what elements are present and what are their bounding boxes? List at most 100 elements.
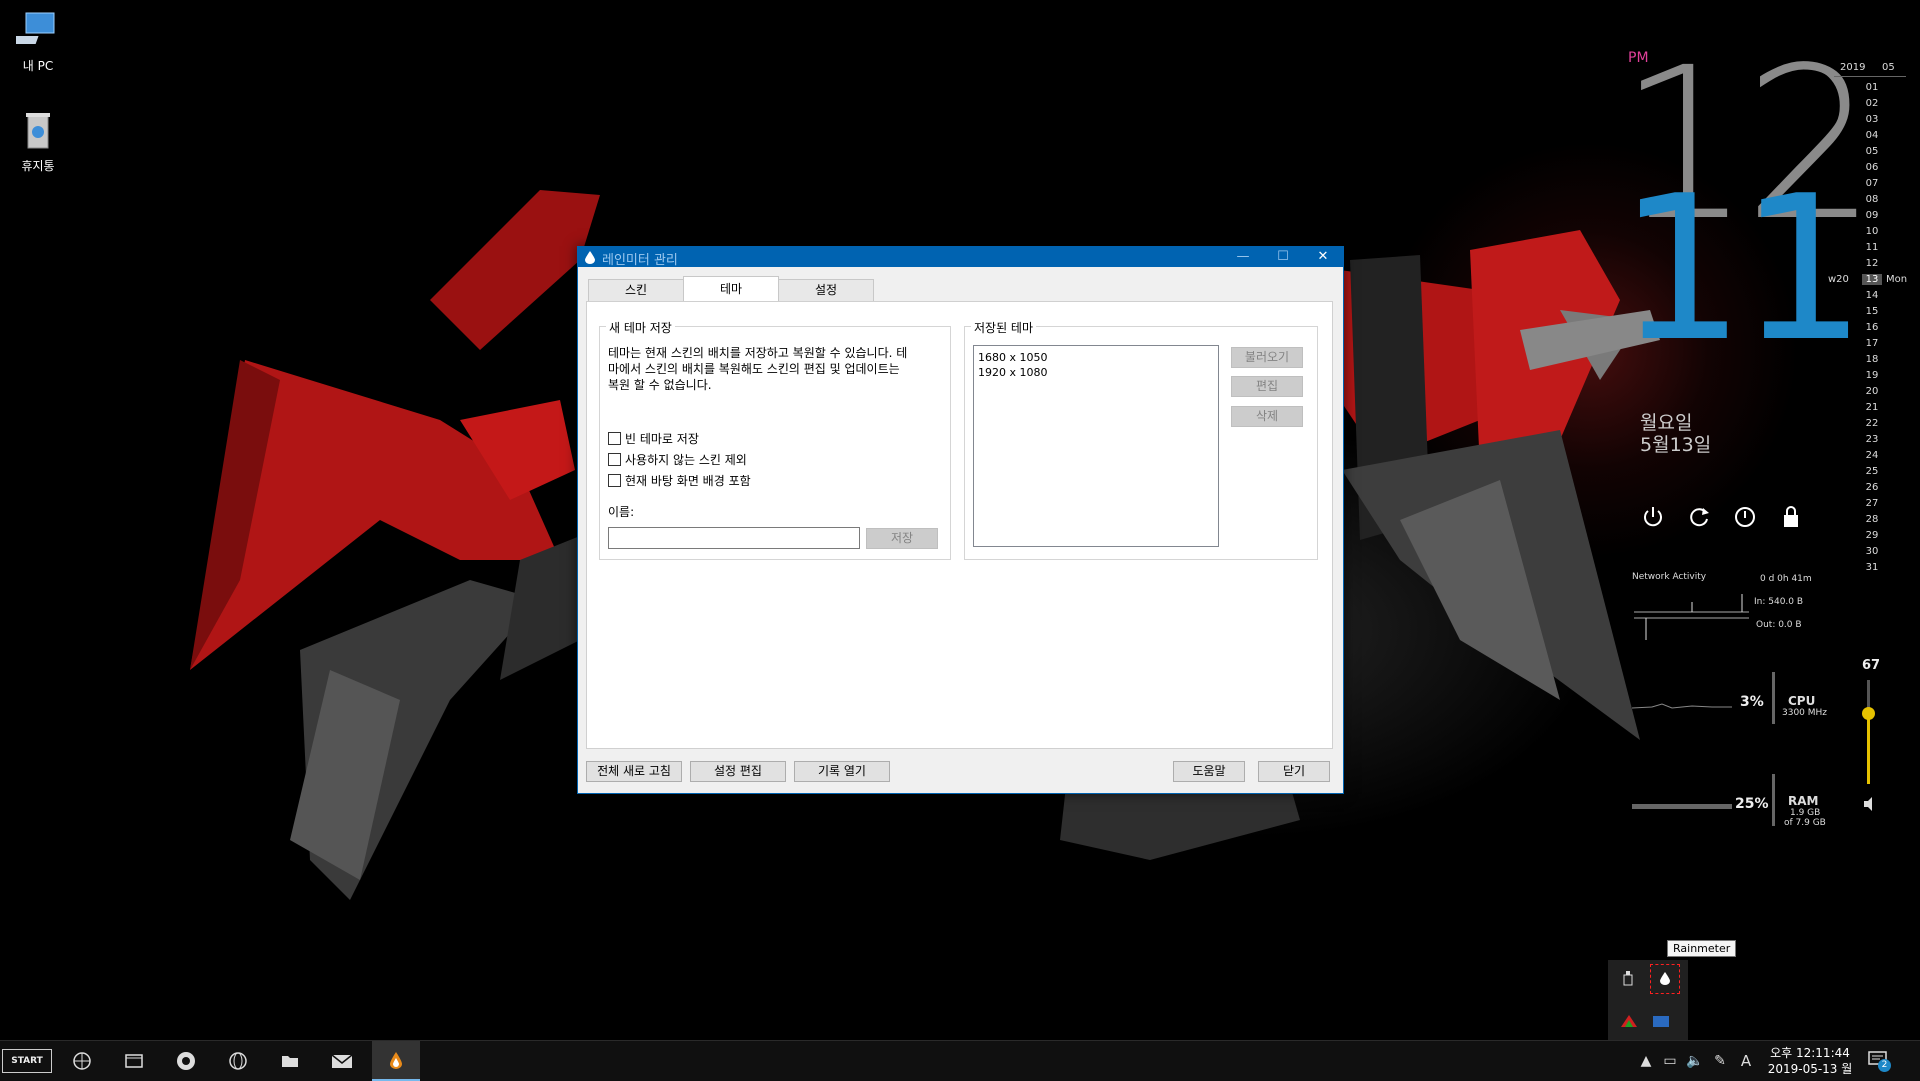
rainmeter-drop-icon (1660, 972, 1670, 985)
calendar-day: 30 (1865, 546, 1879, 557)
list-item[interactable]: 1920 x 1080 (974, 365, 1218, 380)
desktop-icon-recycle-bin[interactable]: 휴지통 (6, 110, 70, 174)
refresh-all-button[interactable]: 전체 새로 고침 (586, 761, 682, 782)
delete-theme-button[interactable]: 삭제 (1231, 406, 1303, 427)
group-legend: 새 테마 저장 (606, 319, 675, 336)
ram-label: RAM (1788, 794, 1819, 808)
taskbar-browser[interactable] (162, 1041, 210, 1081)
desktop-icon-label: 휴지통 (21, 159, 55, 173)
rainmeter-drop-icon (390, 1052, 402, 1069)
taskbar-task-view[interactable] (110, 1041, 158, 1081)
start-button[interactable]: START (2, 1049, 52, 1073)
edit-theme-button[interactable]: 편집 (1231, 376, 1303, 397)
load-theme-button[interactable]: 불러오기 (1231, 347, 1303, 368)
network-in: In: 540.0 B (1754, 597, 1804, 607)
calendar-day: 21 (1865, 402, 1879, 413)
include-wallpaper-checkbox[interactable]: 현재 바탕 화면 배경 포함 (608, 473, 751, 489)
checkbox-box[interactable] (608, 453, 621, 466)
saved-themes-list[interactable]: 1680 x 1050 1920 x 1080 (973, 345, 1219, 547)
tray-overflow-chevron-icon[interactable]: ▲ (1638, 1053, 1654, 1069)
action-center-button[interactable]: 2 (1866, 1049, 1892, 1073)
exclude-unused-checkbox[interactable]: 사용하지 않는 스킨 제외 (608, 452, 747, 468)
cpu-bar (1772, 672, 1775, 724)
power-icon[interactable] (1640, 504, 1666, 530)
calendar-day: 14 (1865, 290, 1879, 301)
calendar-day: 31 (1865, 562, 1879, 573)
volume-value: 67 (1862, 658, 1881, 673)
ram-graph (1632, 804, 1732, 809)
calendar-day: 07 (1865, 178, 1879, 189)
ram-total: of 7.9 GB (1784, 818, 1826, 828)
rainmeter-tray-button[interactable] (1650, 964, 1680, 994)
window-title: 레인미터 관리 (602, 253, 678, 268)
ram-percent: 25% (1735, 796, 1769, 812)
lock-icon[interactable] (1778, 504, 1804, 530)
close-dialog-button[interactable]: 닫기 (1258, 761, 1330, 782)
rainmeter-drop-icon (585, 251, 595, 264)
chrome-icon (177, 1052, 195, 1070)
calendar-day: 02 (1865, 98, 1879, 109)
calendar-day: 27 (1865, 498, 1879, 509)
minimize-button[interactable]: — (1223, 247, 1263, 267)
volume-tray-icon[interactable]: 🔈 (1686, 1053, 1703, 1069)
list-item[interactable]: 1680 x 1050 (974, 350, 1218, 365)
usb-icon[interactable] (1620, 970, 1636, 986)
hp-tray-icon[interactable] (1652, 1014, 1670, 1028)
desktop-icon-this-pc[interactable]: 내 PC (6, 10, 70, 74)
edit-settings-button[interactable]: 설정 편집 (690, 761, 786, 782)
taskbar-file-explorer[interactable] (266, 1041, 314, 1081)
calendar-day: 22 (1865, 418, 1879, 429)
window-icon (125, 1054, 143, 1068)
ime-indicator[interactable]: A (1738, 1053, 1754, 1069)
save-button[interactable]: 저장 (866, 528, 938, 549)
calendar-day: 01 (1865, 82, 1879, 93)
calendar-day: 25 (1865, 466, 1879, 477)
desktop-icon-label: 내 PC (22, 59, 54, 73)
network-tray-icon[interactable]: ▭ (1662, 1053, 1678, 1069)
restart-icon[interactable] (1686, 504, 1712, 530)
tab-themes[interactable]: 테마 (683, 276, 779, 302)
calendar-year: 2019 (1840, 62, 1866, 73)
name-label: 이름: (608, 505, 635, 519)
help-button[interactable]: 도움말 (1173, 761, 1245, 782)
folder-icon (282, 1056, 298, 1067)
taskbar-time: 오후 12:11:44 (1770, 1046, 1850, 1060)
taskbar-internet[interactable] (214, 1041, 262, 1081)
speaker-icon[interactable] (1862, 796, 1878, 812)
empty-theme-checkbox[interactable]: 빈 테마로 저장 (608, 431, 699, 447)
description-line: 복원 할 수 없습니다. (608, 378, 712, 392)
close-button[interactable]: ✕ (1303, 247, 1343, 267)
globe-icon (229, 1052, 247, 1070)
calendar-day: 09 (1865, 210, 1879, 221)
app-tray-icon[interactable] (1620, 1014, 1638, 1028)
checkbox-box[interactable] (608, 474, 621, 487)
theme-name-input[interactable] (608, 527, 860, 549)
checkbox-label: 현재 바탕 화면 배경 포함 (625, 474, 751, 488)
calendar-day: 16 (1865, 322, 1879, 333)
pen-tray-icon[interactable]: ✎ (1712, 1053, 1728, 1069)
tab-settings[interactable]: 설정 (778, 279, 874, 302)
computer-icon (7, 12, 55, 44)
description-line: 테마는 현재 스킨의 배치를 저장하고 복원할 수 있습니다. 테 (608, 346, 908, 360)
volume-slider-track[interactable] (1862, 680, 1875, 784)
description-line: 마에서 스킨의 배치를 복원해도 스킨의 편집 및 업데이트는 (608, 362, 900, 376)
title-bar[interactable]: 레인미터 관리 — ☐ ✕ (578, 247, 1343, 268)
calendar-day-name: Mon (1886, 274, 1908, 285)
cpu-mhz: 3300 MHz (1782, 708, 1828, 718)
sleep-icon[interactable] (1732, 504, 1758, 530)
checkbox-label: 사용하지 않는 스킨 제외 (625, 453, 747, 467)
calendar-day: 03 (1865, 114, 1879, 125)
ram-bar (1772, 774, 1775, 826)
tab-skins[interactable]: 스킨 (588, 279, 684, 302)
taskbar-network-app[interactable] (58, 1041, 106, 1081)
taskbar-clock[interactable]: 오후 12:11:44 2019-05-13 월 (1762, 1045, 1858, 1077)
calendar-day: 04 (1865, 130, 1879, 141)
maximize-button[interactable]: ☐ (1263, 247, 1303, 267)
calendar-day: 10 (1865, 226, 1879, 237)
checkbox-box[interactable] (608, 432, 621, 445)
calendar-day: 11 (1865, 242, 1879, 253)
network-out: Out: 0.0 B (1756, 620, 1802, 630)
taskbar-rainmeter[interactable] (372, 1041, 420, 1081)
taskbar-mail[interactable] (318, 1041, 366, 1081)
open-log-button[interactable]: 기록 열기 (794, 761, 890, 782)
